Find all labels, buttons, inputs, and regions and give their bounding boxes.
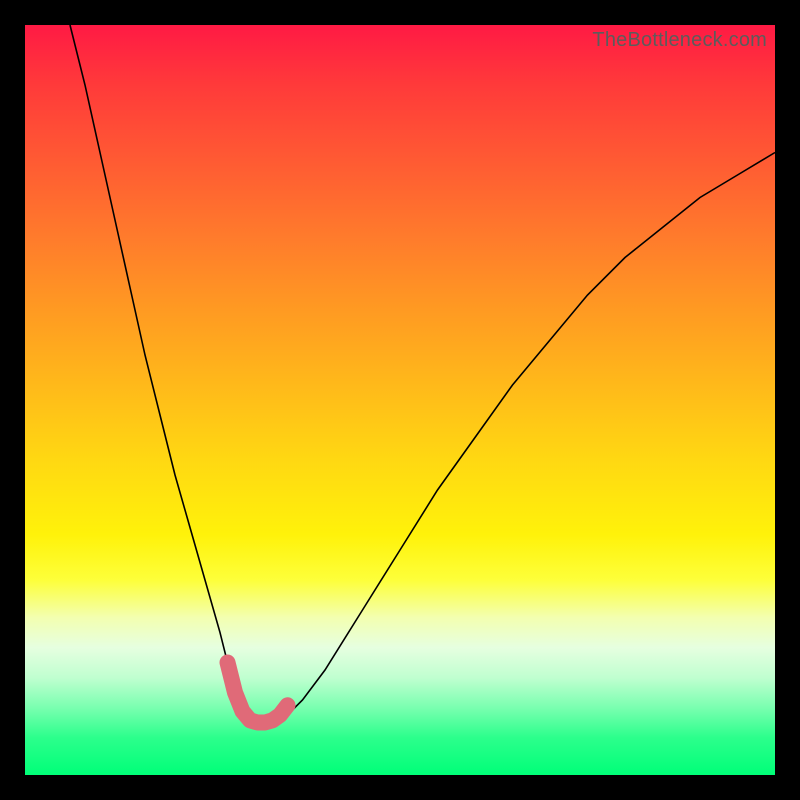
bottleneck-curve-svg [25, 25, 775, 775]
chart-plot-area: TheBottleneck.com [25, 25, 775, 775]
optimal-range-marker [228, 663, 288, 723]
bottleneck-curve-path [70, 25, 775, 723]
